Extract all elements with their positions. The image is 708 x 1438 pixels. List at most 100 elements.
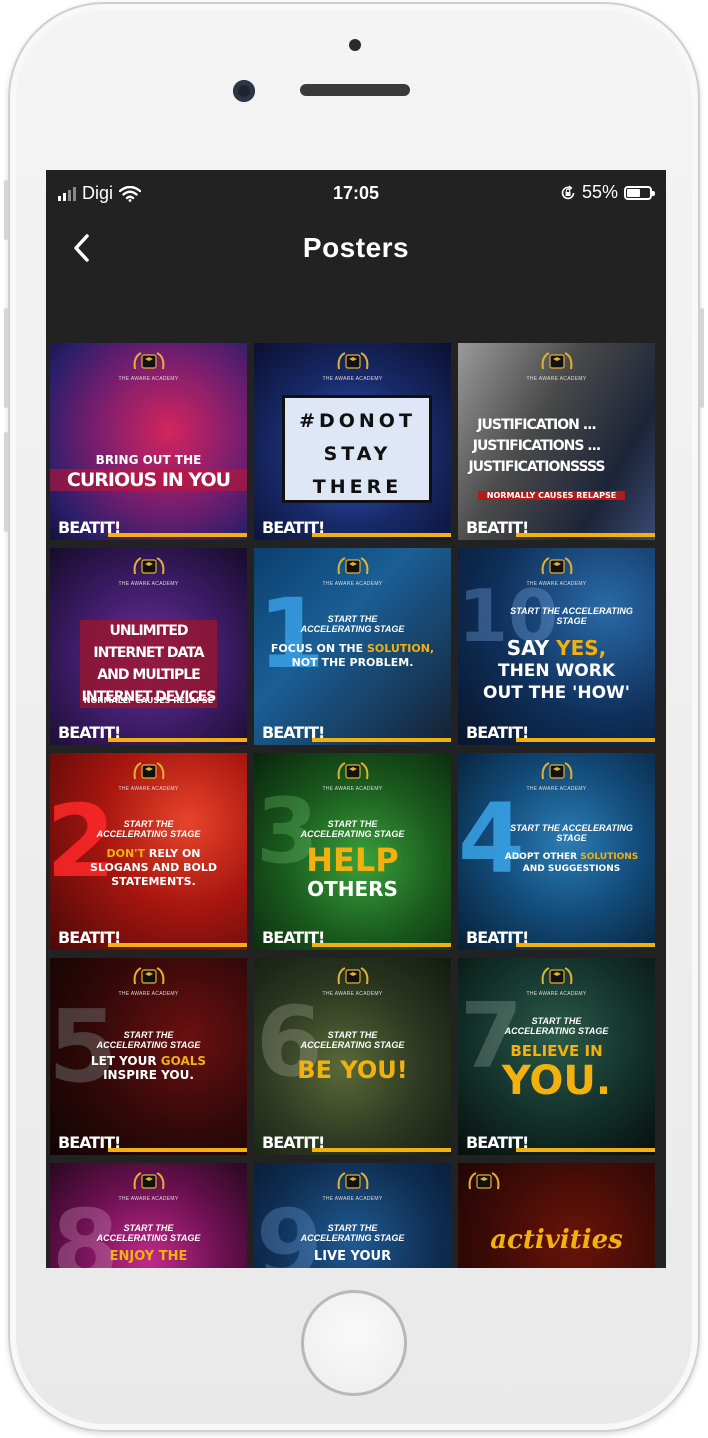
poster-footer: BEATIT!	[50, 518, 247, 540]
stage-label: START THE ACCELERATING STAGE	[300, 819, 405, 839]
logo-text: THE AWARE ACADEMY	[118, 581, 179, 587]
poster-message: LIVE YOUR	[313, 1249, 392, 1264]
stage-label: START THE ACCELERATING STAGE	[96, 1030, 201, 1050]
poster-tile[interactable]: THE AWARE ACADEMY UNLIMITED INTERNET DAT…	[50, 548, 247, 745]
footer-strip	[516, 943, 655, 947]
stage-label: START THE ACCELERATING STAGE	[300, 1223, 405, 1243]
footer-strip	[312, 533, 451, 537]
poster-tile[interactable]: THE AWARE ACADEMY 4 START THE ACCELERATI…	[458, 753, 655, 950]
academy-logo-icon	[337, 967, 368, 985]
poster-footer: BEATIT!	[458, 928, 655, 950]
stage-label: START THE ACCELERATING STAGE	[300, 614, 405, 634]
poster-footer: BEATIT!	[458, 518, 655, 540]
stage-label: START THE ACCELERATING STAGE	[510, 823, 633, 843]
poster-message: DON'T RELY ON SLOGANS AND BOLD STATEMENT…	[90, 847, 217, 888]
power-button	[700, 308, 704, 408]
earpiece-speaker	[300, 84, 410, 96]
poster-tile[interactable]: THE AWARE ACADEMY 1 START THE ACCELERATI…	[254, 548, 451, 745]
stage-label: START THE ACCELERATING STAGE	[504, 1016, 609, 1036]
poster-footer: BEATIT!	[50, 723, 247, 745]
poster-footer: BEATIT!	[254, 723, 451, 745]
rotation-lock-icon	[561, 184, 575, 199]
poster-message: ENJOY THE	[109, 1249, 188, 1264]
logo-text: THE AWARE ACADEMY	[526, 376, 587, 382]
mute-switch	[4, 180, 8, 240]
front-camera	[233, 80, 255, 102]
poster-message: NORMALLY CAUSES RELAPSE	[478, 491, 625, 500]
poster-footer: BEATIT!	[254, 928, 451, 950]
footer-strip	[108, 943, 247, 947]
poster-message: THEN WORK OUT THE 'HOW'	[483, 661, 630, 703]
poster-pretext: FOCUS ON THE SOLUTION,	[270, 642, 435, 655]
battery-percent: 55%	[581, 182, 618, 202]
page-title: Posters	[302, 232, 410, 263]
poster-tile[interactable]: THE AWARE ACADEMY JUSTIFICATION ... JUST…	[458, 343, 655, 540]
home-button[interactable]	[301, 1290, 407, 1396]
academy-logo-icon	[133, 557, 164, 575]
poster-message: OTHERS	[307, 877, 398, 901]
poster-message: BE YOU!	[297, 1056, 408, 1084]
poster-tile[interactable]: THE AWARE ACADEMY 6 START THE ACCELERATI…	[254, 958, 451, 1155]
academy-logo-icon	[541, 352, 572, 370]
volume-up-button	[4, 308, 8, 408]
stage-label: START THE ACCELERATING STAGE	[510, 606, 633, 626]
poster-footer: BEATIT!	[254, 518, 451, 540]
poster-tile[interactable]: THE AWARE ACADEMY 5 START THE ACCELERATI…	[50, 958, 247, 1155]
poster-message: #DONOT STAY THERE	[299, 410, 416, 498]
screen: Digi 17:05 55% Posters THE AWARE ACADEMY…	[46, 170, 666, 1268]
academy-logo-icon	[337, 557, 368, 575]
stage-label: START THE ACCELERATING STAGE	[300, 1030, 405, 1050]
poster-tile[interactable]: THE AWARE ACADEMY 2 START THE ACCELERATI…	[50, 753, 247, 950]
poster-footer: BEATIT!	[50, 1133, 247, 1155]
poster-footer: BEATIT!	[458, 1133, 655, 1155]
academy-logo-icon	[337, 1172, 368, 1190]
status-bar: Digi 17:05 55%	[46, 170, 666, 214]
poster-tile[interactable]: activities	[458, 1163, 655, 1268]
poster-tile[interactable]: THE AWARE ACADEMY #DONOT STAY THERE BEAT…	[254, 343, 451, 540]
poster-message: INSPIRE YOU.	[103, 1068, 194, 1082]
poster-tile[interactable]: THE AWARE ACADEMY BRING OUT THE CURIOUS …	[50, 343, 247, 540]
logo-text: THE AWARE ACADEMY	[322, 376, 383, 382]
poster-tile[interactable]: THE AWARE ACADEMY 8 START THE ACCELERATI…	[50, 1163, 247, 1268]
footer-strip	[108, 533, 247, 537]
academy-logo-icon	[133, 1172, 164, 1190]
poster-message: NOT THE PROBLEM.	[291, 656, 414, 669]
academy-logo-icon	[468, 1172, 500, 1190]
footer-strip	[516, 738, 655, 742]
footer-strip	[516, 533, 655, 537]
footer-strip	[108, 738, 247, 742]
poster-tile[interactable]: THE AWARE ACADEMY 3 START THE ACCELERATI…	[254, 753, 451, 950]
poster-pretext: LET YOUR GOALS	[90, 1054, 207, 1068]
volume-down-button	[4, 432, 8, 532]
poster-message: ADOPT OTHER SOLUTIONS AND SUGGESTIONS	[504, 852, 639, 874]
footer-strip	[312, 738, 451, 742]
stage-number: 1	[258, 578, 325, 690]
poster-tile[interactable]: THE AWARE ACADEMY 7 START THE ACCELERATI…	[458, 958, 655, 1155]
battery-icon	[624, 185, 655, 200]
poster-message: CURIOUS IN YOU	[50, 469, 247, 491]
poster-tile[interactable]: THE AWARE ACADEMY 10 START THE ACCELERAT…	[458, 548, 655, 745]
poster-tile[interactable]: THE AWARE ACADEMY 9 START THE ACCELERATI…	[254, 1163, 451, 1268]
poster-pretext: SAY YES,	[506, 636, 607, 660]
poster-pretext: HELP	[306, 841, 399, 879]
stage-label: START THE ACCELERATING STAGE	[96, 819, 201, 839]
proximity-sensor	[349, 39, 361, 51]
logo-text: THE AWARE ACADEMY	[118, 376, 179, 382]
footer-strip	[516, 1148, 655, 1152]
navigation-bar: Posters	[46, 214, 666, 340]
footer-strip	[312, 943, 451, 947]
academy-logo-icon	[337, 762, 368, 780]
poster-footer: BEATIT!	[50, 928, 247, 950]
footer-strip	[312, 1148, 451, 1152]
poster-message: NORMALLY CAUSES RELAPSE	[83, 696, 214, 705]
academy-logo-icon	[337, 352, 368, 370]
poster-footer: BEATIT!	[254, 1133, 451, 1155]
poster-message: activities	[490, 1225, 623, 1255]
academy-logo-icon	[541, 762, 572, 780]
academy-logo-icon	[133, 762, 164, 780]
stage-label: START THE ACCELERATING STAGE	[96, 1223, 201, 1243]
poster-pretext: UNLIMITED INTERNET DATA AND MULTIPLE INT…	[80, 620, 217, 708]
poster-message: YOU.	[501, 1058, 612, 1104]
academy-logo-icon	[133, 352, 164, 370]
poster-pretext: BRING OUT THE	[95, 453, 202, 467]
